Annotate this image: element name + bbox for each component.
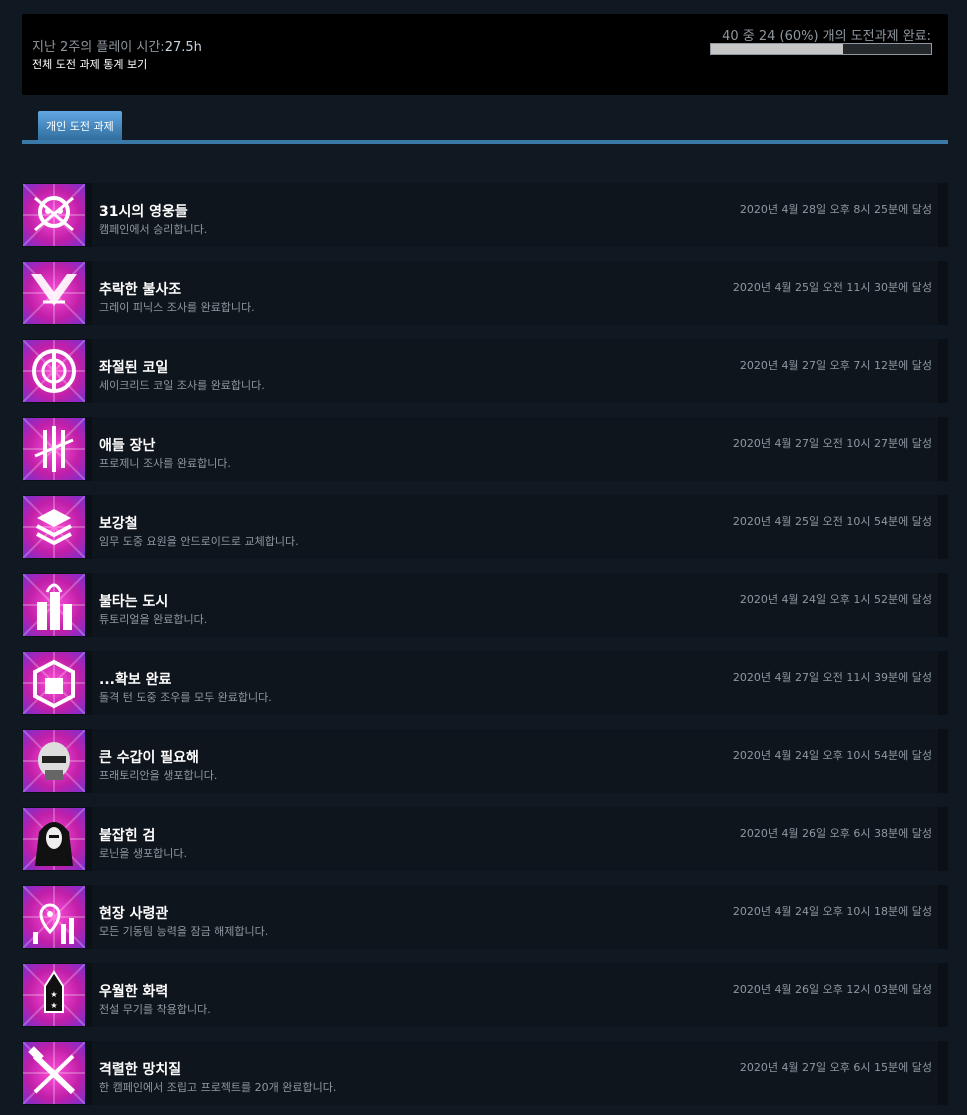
achievement-unlock-date: 2020년 4월 27일 오전 10시 27분에 달성	[732, 437, 932, 450]
phoenix-emblem-icon	[23, 262, 85, 324]
playtime-summary: 지난 2주의 플레이 시간:27.5h	[32, 36, 202, 55]
achievement-unlock-date: 2020년 4월 28일 오후 8시 25분에 달성	[739, 203, 932, 216]
burning-city-icon	[23, 574, 85, 636]
achievement-row: 추락한 불사조그레이 피닉스 조사를 완료합니다. 2020년 4월 25일 오전…	[22, 261, 948, 325]
achievement-unlock-date: 2020년 4월 26일 오후 12시 03분에 달성	[732, 983, 932, 996]
achievement-row: 좌절된 코일세이크리드 코일 조사를 완료합니다. 2020년 4월 27일 오후…	[22, 339, 948, 403]
achievement-title: 불타는 도시	[99, 594, 169, 610]
achievement-row: 31시의 영웅들캠페인에서 승리합니다. 2020년 4월 28일 오후 8시 2…	[22, 183, 948, 247]
crossed-tools-icon	[23, 1042, 85, 1104]
achievement-unlock-date: 2020년 4월 27일 오후 6시 15분에 달성	[739, 1061, 932, 1074]
achievement-unlock-date: 2020년 4월 27일 오후 7시 12분에 달성	[739, 359, 932, 372]
achievement-description: 캠페인에서 승리합니다.	[99, 223, 208, 236]
achievement-title: 애들 장난	[99, 438, 156, 454]
achievement-description: 프래토리안을 생포합니다.	[99, 769, 218, 782]
achievement-unlock-date: 2020년 4월 24일 오후 10시 18분에 달성	[732, 905, 932, 918]
achievement-title: 31시의 영웅들	[99, 204, 188, 220]
svg-text:★: ★	[50, 990, 57, 999]
achievement-title: 추락한 불사조	[99, 282, 182, 298]
svg-text:★: ★	[50, 1001, 57, 1010]
coil-emblem-icon	[23, 340, 85, 402]
achievement-row: ...확보 완료돌격 턴 도중 조우를 모두 완료합니다. 2020년 4월 27…	[22, 651, 948, 715]
achievement-description: 프로제니 조사를 완료합니다.	[99, 457, 231, 470]
achievement-text: 애들 장난프로제니 조사를 완료합니다. 2020년 4월 27일 오전 10시 …	[92, 417, 938, 481]
progeny-emblem-icon	[23, 418, 85, 480]
achievement-unlock-date: 2020년 4월 27일 오전 11시 39분에 달성	[732, 671, 932, 684]
achievement-progress-fill	[711, 44, 843, 54]
achievement-row: 불타는 도시튜토리얼을 완료합니다. 2020년 4월 24일 오후 1시 52분…	[22, 573, 948, 637]
achievement-description: 전설 무기를 착용합니다.	[99, 1003, 211, 1016]
map-pin-city-icon	[23, 886, 85, 948]
achievement-text: 격렬한 망치질한 캠페인에서 조립고 프로젝트를 20개 완료합니다. 2020년…	[92, 1041, 938, 1105]
secured-box-icon	[23, 652, 85, 714]
achievement-title: 현장 사령관	[99, 906, 169, 922]
achievement-unlock-date: 2020년 4월 26일 오후 6시 38분에 달성	[739, 827, 932, 840]
tab-bar: 개인 도전 과제	[22, 111, 948, 146]
achievement-text: 31시의 영웅들캠페인에서 승리합니다. 2020년 4월 28일 오후 8시 2…	[92, 183, 938, 247]
stats-header: 지난 2주의 플레이 시간:27.5h 전체 도전 과제 통계 보기 40 중 …	[22, 14, 948, 95]
achievement-description: 세이크리드 코일 조사를 완료합니다.	[99, 379, 265, 392]
achievement-title: 붙잡힌 검	[99, 828, 156, 844]
achievement-row: 애들 장난프로제니 조사를 완료합니다. 2020년 4월 27일 오전 10시 …	[22, 417, 948, 481]
achievement-description: 모든 기동팀 능력을 잠금 해제합니다.	[99, 925, 269, 938]
achievement-row: ★ ★ 우월한 화력 전설 무기를 착용합니다. 2020년 4월 26일 오후 12시…	[22, 963, 948, 1027]
tab-personal-achievements[interactable]: 개인 도전 과제	[38, 111, 122, 141]
achievement-progress-text: 40 중 24 (60%) 개의 도전과제 완료:	[722, 29, 931, 44]
achievement-row: 현장 사령관모든 기동팀 능력을 잠금 해제합니다. 2020년 4월 24일 오…	[22, 885, 948, 949]
achievement-title: 좌절된 코일	[99, 360, 169, 376]
achievement-description: 돌격 턴 도중 조우를 모두 완료합니다.	[99, 691, 272, 704]
achievement-unlock-date: 2020년 4월 24일 오후 1시 52분에 달성	[739, 593, 932, 606]
achievement-title: 우월한 화력	[99, 984, 169, 1000]
rocket-stars-icon: ★ ★	[23, 964, 85, 1026]
achievement-row: 붙잡힌 검로닌을 생포합니다. 2020년 4월 26일 오후 6시 38분에 달…	[22, 807, 948, 871]
achievement-description: 임무 도중 요원을 안드로이드로 교체합니다.	[99, 535, 299, 548]
achievement-row: 큰 수갑이 필요해프래토리안을 생포합니다. 2020년 4월 24일 오후 10…	[22, 729, 948, 793]
achievement-description: 한 캠페인에서 조립고 프로젝트를 20개 완료합니다.	[99, 1081, 337, 1094]
achievement-text: ...확보 완료돌격 턴 도중 조우를 모두 완료합니다. 2020년 4월 27…	[92, 651, 938, 715]
achievement-row: 보강철임무 도중 요원을 안드로이드로 교체합니다. 2020년 4월 25일 오…	[22, 495, 948, 559]
achievement-text: 좌절된 코일세이크리드 코일 조사를 완료합니다. 2020년 4월 27일 오후…	[92, 339, 938, 403]
achievement-text: 추락한 불사조그레이 피닉스 조사를 완료합니다. 2020년 4월 25일 오전…	[92, 261, 938, 325]
achievement-title: 격렬한 망치질	[99, 1062, 182, 1078]
playtime-label: 지난 2주의 플레이 시간:	[32, 40, 165, 55]
hooded-figure-icon	[23, 808, 85, 870]
achievement-text: 보강철임무 도중 요원을 안드로이드로 교체합니다. 2020년 4월 25일 오…	[92, 495, 938, 559]
achievement-description: 로닌을 생포합니다.	[99, 847, 187, 860]
skull-emblem-icon	[23, 184, 85, 246]
achievement-unlock-date: 2020년 4월 25일 오전 11시 30분에 달성	[732, 281, 932, 294]
achievement-text: 붙잡힌 검로닌을 생포합니다. 2020년 4월 26일 오후 6시 38분에 달…	[92, 807, 938, 871]
global-stats-link[interactable]: 전체 도전 과제 통계 보기	[32, 56, 147, 72]
achievement-unlock-date: 2020년 4월 25일 오전 10시 54분에 달성	[732, 515, 932, 528]
achievement-title: ...확보 완료	[99, 672, 172, 688]
playtime-value: 27.5h	[164, 40, 202, 55]
achievement-description: 튜토리얼을 완료합니다.	[99, 613, 208, 626]
tab-underline	[22, 140, 948, 144]
achievement-unlock-date: 2020년 4월 24일 오후 10시 54분에 달성	[732, 749, 932, 762]
achievement-title: 큰 수갑이 필요해	[99, 750, 199, 766]
achievement-text: 불타는 도시튜토리얼을 완료합니다. 2020년 4월 24일 오후 1시 52분…	[92, 573, 938, 637]
achievement-progress-bar	[710, 43, 932, 55]
achievement-description: 그레이 피닉스 조사를 완료합니다.	[99, 301, 255, 314]
steel-stack-icon	[23, 496, 85, 558]
achievement-title: 보강철	[99, 516, 138, 532]
achievement-row: 격렬한 망치질한 캠페인에서 조립고 프로젝트를 20개 완료합니다. 2020년…	[22, 1041, 948, 1105]
armored-head-icon	[23, 730, 85, 792]
achievement-text: 우월한 화력전설 무기를 착용합니다. 2020년 4월 26일 오후 12시 0…	[92, 963, 938, 1027]
achievement-text: 현장 사령관모든 기동팀 능력을 잠금 해제합니다. 2020년 4월 24일 오…	[92, 885, 938, 949]
achievement-text: 큰 수갑이 필요해프래토리안을 생포합니다. 2020년 4월 24일 오후 10…	[92, 729, 938, 793]
